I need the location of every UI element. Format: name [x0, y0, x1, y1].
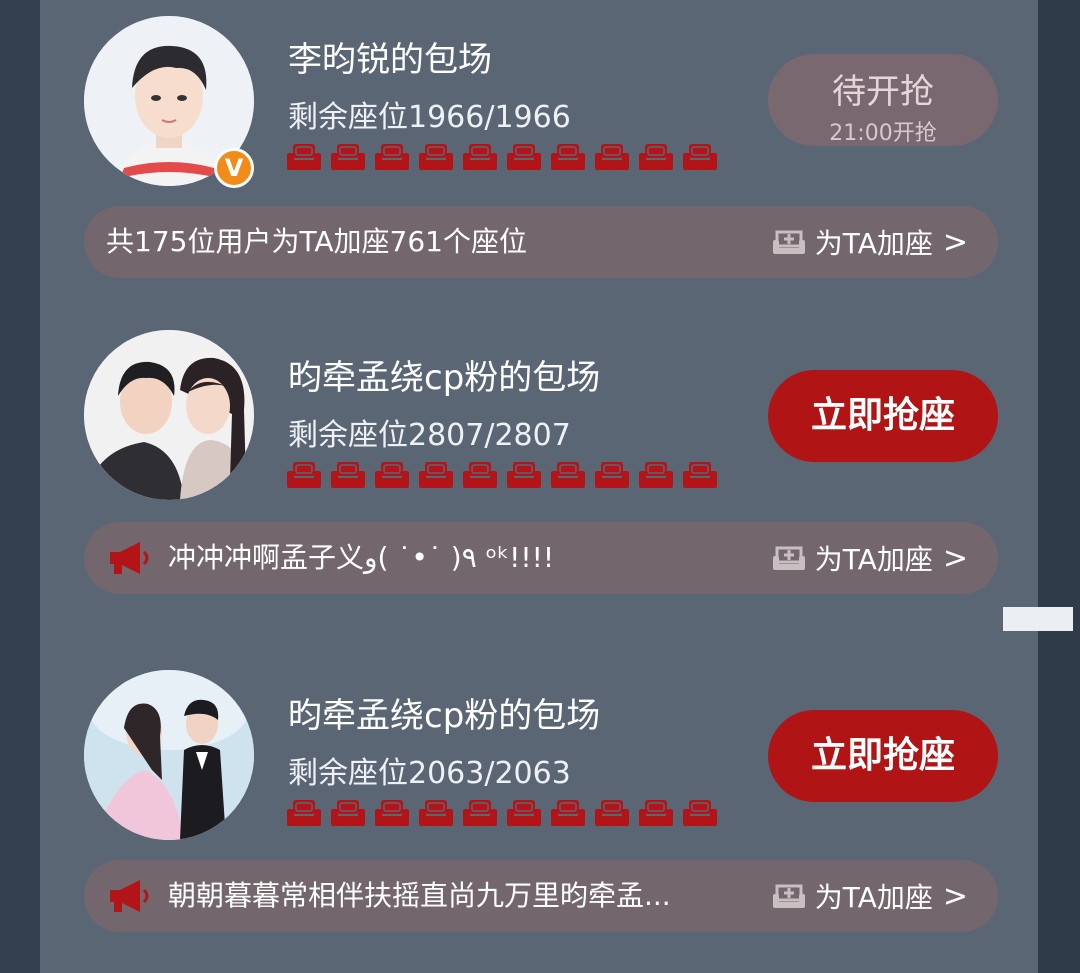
seat-icon	[463, 144, 497, 170]
megaphone-icon	[110, 542, 149, 574]
screening-title: 昀牵孟绕cp粉的包场	[288, 696, 601, 736]
seat-icon	[331, 144, 365, 170]
verified-badge: V	[214, 148, 254, 188]
add-seat-label: 为TA加座	[814, 881, 933, 914]
seat-icon	[419, 144, 453, 170]
seat-icon	[375, 462, 409, 488]
seat-icon	[331, 800, 365, 826]
seat-icon	[507, 462, 541, 488]
seat-icon	[683, 800, 717, 826]
seat-icon	[463, 462, 497, 488]
add-seat-for-ta-link[interactable]: 为TA加座 >	[771, 860, 968, 932]
seat-icon	[375, 800, 409, 826]
seat-icon	[287, 462, 321, 488]
screening-card: 昀牵孟绕cp粉的包场 剩余座位2807/2807 立即抢座 冲冲冲啊孟子义٩( …	[40, 322, 1038, 622]
add-seat-for-ta-link[interactable]: 为TA加座 >	[771, 522, 968, 594]
fan-message: 朝朝暮暮常相伴扶摇直尚九万里昀牵孟...	[168, 879, 671, 912]
screening-card: V 李昀锐的包场 剩余座位1966/1966 待开抢 21:00开抢 共175位…	[40, 0, 1038, 300]
seat-icon	[595, 800, 629, 826]
fan-message: 冲冲冲啊孟子义٩( ˙•˙ )و ᵒᵏ!!!!	[168, 541, 555, 574]
seat-icon	[639, 462, 673, 488]
seat-icon	[551, 462, 585, 488]
floating-scroll-tab[interactable]	[1003, 607, 1073, 631]
grab-seat-button[interactable]: 立即抢座	[768, 710, 998, 802]
seat-icon	[639, 144, 673, 170]
seat-icon	[375, 144, 409, 170]
megaphone-icon	[110, 880, 149, 912]
seat-icon	[551, 800, 585, 826]
add-seat-icon	[772, 884, 805, 908]
seats-remaining: 剩余座位2807/2807	[288, 418, 571, 453]
left-edge	[0, 0, 40, 973]
chevron-right-icon: >	[942, 224, 968, 260]
seat-icon-row	[286, 798, 718, 828]
screening-card: 昀牵孟绕cp粉的包场 剩余座位2063/2063 立即抢座 朝朝暮暮常相伴扶摇直…	[40, 662, 1038, 962]
start-time-label: 21:00开抢	[829, 121, 937, 146]
chevron-right-icon: >	[942, 878, 968, 914]
add-seat-icon	[772, 546, 805, 570]
add-seat-summary: 共175位用户为TA加座761个座位	[106, 225, 527, 258]
add-seat-label: 为TA加座	[814, 227, 933, 260]
seat-icon-row	[286, 142, 718, 172]
right-edge	[1038, 0, 1080, 973]
seat-icon	[595, 144, 629, 170]
couple-avatar-icon	[84, 330, 254, 500]
add-seat-icon	[772, 230, 805, 254]
add-seat-for-ta-link[interactable]: 为TA加座 >	[771, 206, 968, 278]
seat-icon	[683, 462, 717, 488]
wait-to-grab-button[interactable]: 待开抢 21:00开抢	[768, 54, 998, 146]
message-bar[interactable]: 朝朝暮暮常相伴扶摇直尚九万里昀牵孟... 为TA加座 >	[84, 860, 998, 932]
seat-icon	[639, 800, 673, 826]
message-bar[interactable]: 冲冲冲啊孟子义٩( ˙•˙ )و ᵒᵏ!!!! 为TA加座 >	[84, 522, 998, 594]
seats-remaining: 剩余座位2063/2063	[288, 756, 571, 791]
chevron-right-icon: >	[942, 540, 968, 576]
seat-icon	[331, 462, 365, 488]
seat-icon	[287, 144, 321, 170]
screening-title: 李昀锐的包场	[288, 40, 492, 80]
add-seat-bar[interactable]: 共175位用户为TA加座761个座位 为TA加座 >	[84, 206, 998, 278]
seat-icon	[419, 800, 453, 826]
add-seat-label: 为TA加座	[814, 543, 933, 576]
seats-remaining: 剩余座位1966/1966	[288, 100, 571, 135]
seat-icon	[595, 462, 629, 488]
host-avatar[interactable]	[84, 330, 254, 500]
screening-title: 昀牵孟绕cp粉的包场	[288, 358, 601, 398]
grab-seat-button[interactable]: 立即抢座	[768, 370, 998, 462]
seat-icon-row	[286, 460, 718, 490]
seat-icon	[287, 800, 321, 826]
seat-icon	[463, 800, 497, 826]
seat-icon	[551, 144, 585, 170]
seat-icon	[507, 144, 541, 170]
seat-icon	[507, 800, 541, 826]
host-avatar[interactable]	[84, 670, 254, 840]
seat-icon	[419, 462, 453, 488]
seat-icon	[683, 144, 717, 170]
screening-list: V 李昀锐的包场 剩余座位1966/1966 待开抢 21:00开抢 共175位…	[40, 0, 1038, 973]
wait-button-label: 待开抢	[832, 72, 934, 112]
couple-wedding-avatar-icon	[84, 670, 254, 840]
